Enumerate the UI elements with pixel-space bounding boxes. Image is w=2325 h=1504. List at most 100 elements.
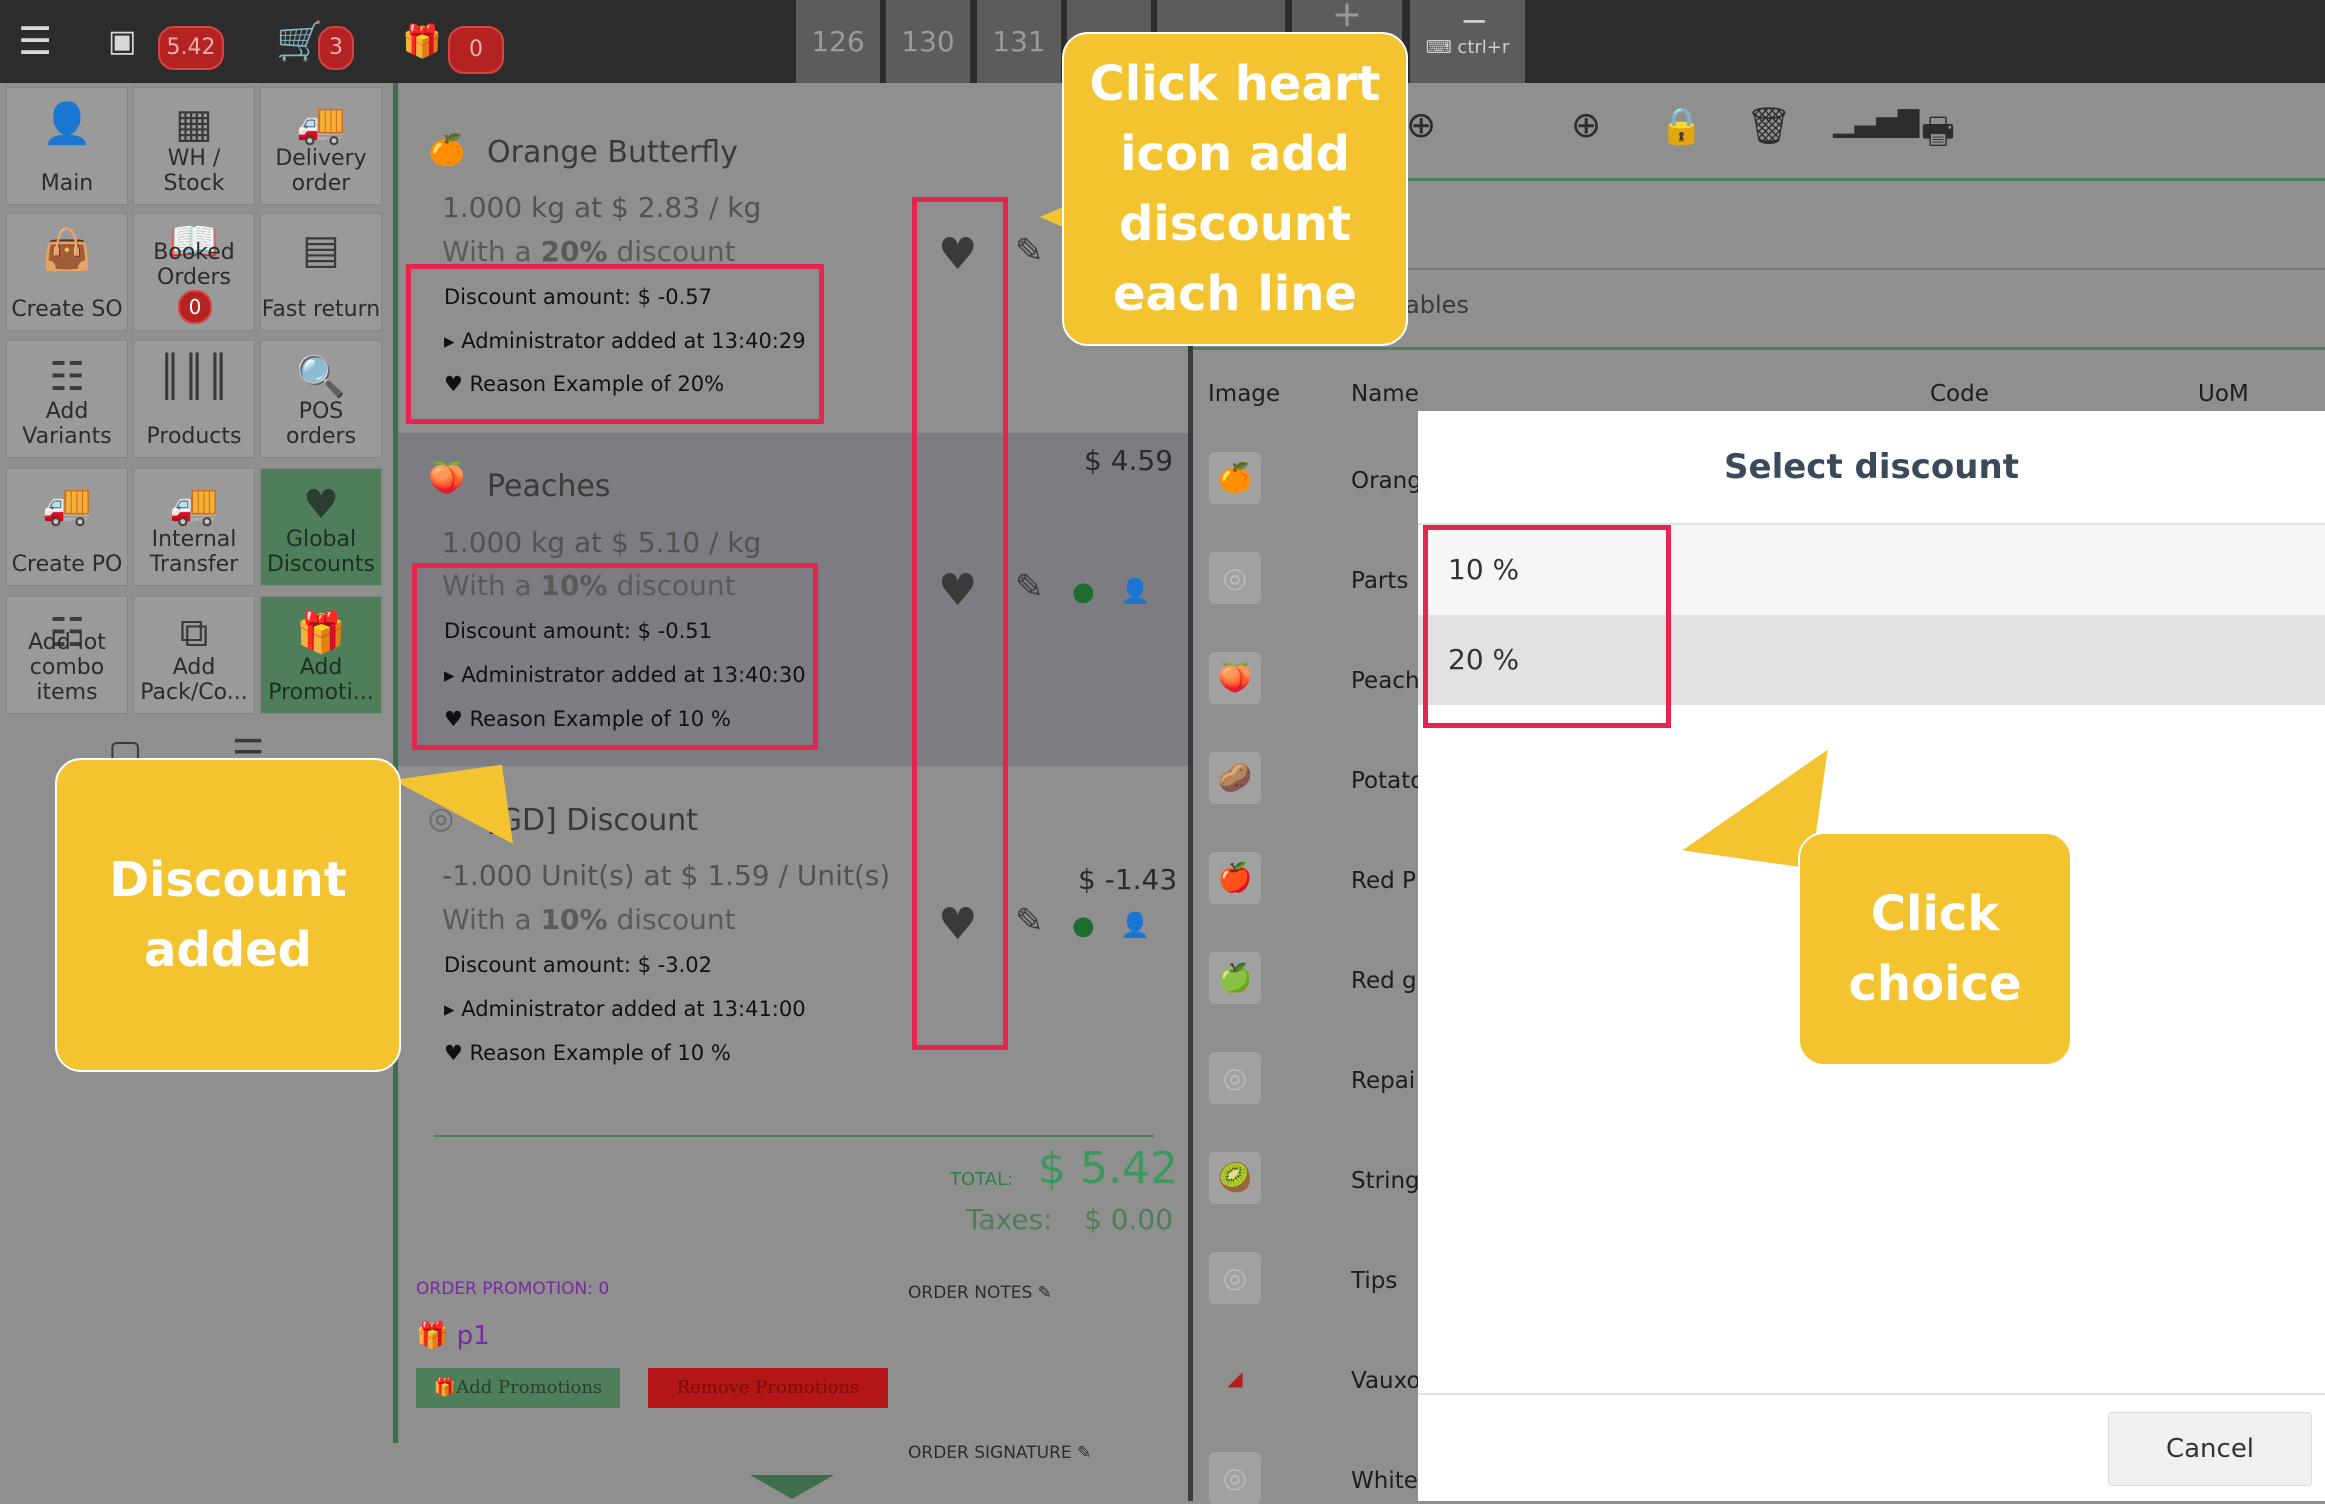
cart-badge: 3 (318, 26, 354, 70)
product-thumb: 🥔 (1209, 752, 1261, 804)
product-row-name[interactable]: Parts (1351, 568, 1408, 594)
menu-add-variants[interactable]: ☷ Add Variants (6, 340, 128, 458)
column-name[interactable]: Name (1351, 381, 1419, 407)
menu-create-po[interactable]: 🚚 Create PO (6, 468, 128, 586)
callout-pointer (392, 764, 514, 860)
column-uom[interactable]: UoM (2198, 381, 2249, 407)
gift-icon[interactable]: 🎁 (402, 0, 442, 83)
sliders-icon: ☷ (49, 354, 85, 400)
product-row-name[interactable]: Repai (1351, 1068, 1415, 1094)
menu-pos-orders[interactable]: 🔍 POS orders (260, 340, 382, 458)
line-2-name[interactable]: Peaches (487, 469, 610, 504)
menu-add-lot-combo-items[interactable]: ☷ Add lot combo items (6, 596, 128, 714)
gift-icon: 🎁 (433, 1377, 457, 1398)
remove-promotions-button[interactable]: Remove Promotions (648, 1368, 888, 1408)
product-thumb: 🥝 (1209, 1152, 1261, 1204)
product-row-name[interactable]: Peach (1351, 668, 1420, 694)
edit-icon: ✎ (1037, 1283, 1052, 1303)
product-row-name[interactable]: Vauxo (1351, 1368, 1421, 1394)
order-notes-link[interactable]: ORDER NOTES ✎ (908, 1283, 1052, 1303)
line-3-price: $ -1.43 (1078, 863, 1178, 896)
search-bottom-line (1193, 347, 2325, 350)
promo-item[interactable]: 🎁 p1 (416, 1321, 490, 1351)
menu-global-discounts[interactable]: ♥ Global Discounts (260, 468, 382, 586)
heart-icon: ♥ (303, 482, 339, 528)
product-thumb-logo: ◢ (1209, 1352, 1261, 1404)
menu-products[interactable]: ║║║ Products (133, 340, 255, 458)
menu-fast-return[interactable]: ▤ Fast return (260, 213, 382, 331)
order-promotion-label: ORDER PROMOTION: 0 (416, 1279, 610, 1299)
menu-wh-stock[interactable]: ▦ WH / Stock (133, 87, 255, 205)
product-row-name[interactable]: Potato (1351, 768, 1424, 794)
add-promotions-button[interactable]: 🎁Add Promotions (416, 1368, 620, 1408)
product-row-name[interactable]: Red g (1351, 968, 1417, 994)
seat-button-131[interactable]: 131 (977, 0, 1061, 83)
menu-internal-transfer[interactable]: 🚚 Internal Transfer (133, 468, 255, 586)
signal-icon: ▁▃▅▇ (1833, 105, 1920, 138)
comment-icon[interactable]: ● (1072, 911, 1095, 941)
user-plus-icon[interactable]: 👤 (1120, 577, 1150, 605)
user-icon: 👤 (42, 101, 92, 147)
plus-circle-icon[interactable]: ⊕ (1571, 105, 1601, 146)
product-row-name[interactable]: String (1351, 1168, 1420, 1194)
truck-icon: 🚚 (42, 482, 92, 528)
lock-icon[interactable]: 🔒 (1659, 105, 1704, 147)
menu-booked-orders[interactable]: 📖 Booked Orders 0 (133, 213, 255, 331)
user-plus-icon[interactable]: 👤 (1120, 911, 1150, 939)
scroll-down-icon[interactable] (750, 1475, 834, 1499)
list-icon[interactable]: ☰ (18, 0, 52, 83)
edit-icon[interactable]: ✎ (1015, 901, 1044, 941)
highlight-box-options (1423, 525, 1671, 728)
shopping-bag-icon: 👜 (42, 227, 92, 273)
trash-icon[interactable]: 🗑 (1746, 105, 1792, 147)
line-2-qty: 1.000 kg at $ 5.10 / kg (442, 526, 762, 559)
highlight-box-line-2 (412, 563, 818, 750)
comment-icon[interactable]: ● (1072, 577, 1095, 607)
booked-orders-badge: 0 (178, 290, 212, 324)
plus-circle-icon[interactable]: ⊕ (1406, 105, 1436, 146)
line-3-added-by: ▸ Administrator added at 13:41:00 (444, 997, 806, 1021)
printer-icon[interactable]: 🖶 (1921, 105, 1955, 166)
callout-heart: Click heart icon add discount each line (1062, 32, 1408, 346)
minus-icon: − (1460, 1, 1489, 41)
truck-icon: 🚚 (169, 482, 219, 528)
total-label: TOTAL: (950, 1169, 1014, 1190)
order-signature-link[interactable]: ORDER SIGNATURE ✎ (908, 1443, 1091, 1463)
product-row-name[interactable]: White (1351, 1468, 1418, 1494)
calculator-icon: ▤ (302, 227, 340, 273)
money-icon[interactable]: ▣ (108, 0, 136, 83)
seat-button-126[interactable]: 126 (796, 0, 880, 83)
truck-icon: 🚚 (296, 101, 346, 147)
product-thumb: 🍊 (1209, 452, 1261, 504)
cash-badge: 5.42 (158, 26, 224, 70)
camera-icon: ◎ (1209, 552, 1261, 604)
total-value: $ 5.42 (1038, 1143, 1178, 1194)
callout-choice: Click choice (1798, 832, 2072, 1066)
menu-add-pack[interactable]: ⧉ Add Pack/Co... (133, 596, 255, 714)
product-thumb-peaches: 🍑 (428, 461, 466, 496)
cancel-button[interactable]: Cancel (2108, 1412, 2312, 1486)
product-row-name[interactable]: Tips (1351, 1268, 1397, 1294)
line-3-name[interactable]: [GD] Discount (487, 803, 698, 838)
line-3-qty: -1.000 Unit(s) at $ 1.59 / Unit(s) (442, 859, 891, 892)
column-code[interactable]: Code (1930, 381, 1989, 407)
menu-create-so[interactable]: 👜 Create SO (6, 213, 128, 331)
product-row-name[interactable]: Red P (1351, 868, 1416, 894)
camera-icon: ◎ (1209, 1052, 1261, 1104)
edit-icon[interactable]: ✎ (1015, 567, 1044, 607)
menu-add-promotion[interactable]: 🎁 Add Promoti... (260, 596, 382, 714)
dialog-title: Select discount (1724, 447, 2019, 487)
seat-button-130[interactable]: 130 (886, 0, 970, 83)
product-thumb: 🍑 (1209, 652, 1261, 704)
menu-delivery-order[interactable]: 🚚 Delivery order (260, 87, 382, 205)
dialog-footer-divider (1418, 1393, 2325, 1395)
highlight-box-line-1 (406, 264, 824, 424)
cart-icon[interactable]: 🛒 (276, 0, 323, 83)
line-3-discount: With a 10% discount (442, 903, 736, 936)
line-1-name[interactable]: Orange Butterfly (487, 135, 738, 170)
column-image[interactable]: Image (1208, 381, 1280, 407)
heart-icon: ♥ (444, 1041, 463, 1065)
product-row-name[interactable]: Orang (1351, 468, 1422, 494)
menu-main[interactable]: 👤 Main (6, 87, 128, 205)
search-input[interactable]: ables (1405, 291, 1469, 319)
